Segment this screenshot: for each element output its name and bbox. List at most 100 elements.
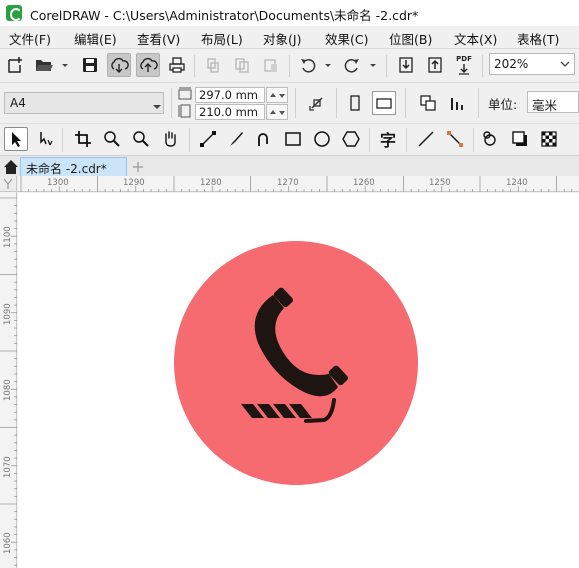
rectangle-tool-icon[interactable] (281, 127, 305, 151)
current-page-icon[interactable] (445, 91, 469, 115)
page-options-icon[interactable] (305, 91, 329, 115)
open-folder-icon[interactable] (32, 53, 56, 77)
dimension-tool-icon[interactable] (443, 127, 467, 151)
crop-tool-icon[interactable] (71, 127, 95, 151)
plus-icon (133, 161, 143, 172)
menu-object[interactable]: 对象(J) (263, 29, 301, 48)
chevron-down-icon (152, 100, 162, 114)
width-icon (178, 87, 192, 104)
height-icon (178, 104, 192, 121)
menu-bar: 文件(F) 编辑(E) 查看(V) 布局(L) 对象(J) 效果(C) 位图(B… (0, 26, 579, 48)
toolbar-divider (171, 88, 172, 118)
toolbar-divider (189, 128, 190, 152)
bezier-tool-icon[interactable] (252, 127, 276, 151)
document-tab-label: 未命名 -2.cdr* (26, 162, 107, 176)
page-size-value: A4 (10, 96, 26, 110)
document-tab-bar: 未命名 -2.cdr* (0, 155, 579, 177)
tab-document[interactable]: 未命名 -2.cdr* (20, 157, 127, 177)
horizontal-ruler[interactable]: 1300 1290 1280 1270 1260 1250 1240 (0, 176, 579, 192)
page-size-select[interactable]: A4 (4, 92, 164, 114)
ruler-origin[interactable] (0, 176, 17, 192)
import-icon[interactable] (394, 53, 418, 77)
cut-icon[interactable] (201, 53, 225, 77)
menu-layout[interactable]: 布局(L) (201, 29, 243, 48)
zoom-tool-icon[interactable] (100, 127, 124, 151)
ruler-label: 1240 (506, 178, 528, 188)
all-pages-icon[interactable] (416, 91, 440, 115)
transparency-tool-icon[interactable] (537, 127, 561, 151)
toolbar-divider (336, 88, 337, 118)
units-select[interactable]: 毫米 (527, 91, 579, 113)
toolbar-divider (478, 88, 479, 118)
menu-text[interactable]: 文本(X) (454, 29, 497, 48)
ruler-label: 1100 (3, 226, 13, 248)
ruler-label: 1300 (47, 178, 69, 188)
chevron-down-icon[interactable] (368, 61, 378, 71)
print-icon[interactable] (165, 53, 189, 77)
ruler-label: 1080 (3, 379, 13, 401)
pdf-icon[interactable]: PDF (452, 53, 476, 77)
toolbar-divider (194, 55, 195, 77)
ruler-label: 1090 (3, 303, 13, 325)
toolbar-divider (386, 55, 387, 77)
artwork (174, 241, 418, 485)
export-icon[interactable] (423, 53, 447, 77)
chevron-down-icon[interactable] (323, 61, 333, 71)
ellipse-tool-icon[interactable] (310, 127, 334, 151)
fill-tool-icon[interactable] (479, 127, 503, 151)
polygon-tool-icon[interactable] (339, 127, 363, 151)
ruler-label: 1060 (3, 532, 13, 554)
menu-effects[interactable]: 效果(C) (325, 29, 368, 48)
pan-tool-icon[interactable] (158, 127, 182, 151)
vertical-ruler[interactable]: 1100 1090 1080 1070 1060 (0, 192, 17, 568)
cloud-download-icon[interactable] (107, 53, 131, 77)
ruler-label: 1280 (200, 178, 222, 188)
line-tool-icon[interactable] (196, 127, 220, 151)
save-icon[interactable] (78, 53, 102, 77)
menu-table[interactable]: 表格(T) (517, 29, 559, 48)
menu-edit[interactable]: 编辑(E) (74, 29, 117, 48)
pick-tool-icon[interactable] (4, 127, 28, 151)
pdf-label: PDF (456, 55, 472, 63)
copy-icon[interactable] (230, 53, 254, 77)
paste-icon[interactable] (259, 53, 283, 77)
shadow-tool-icon[interactable] (508, 127, 532, 151)
shape-tool-icon[interactable] (33, 127, 57, 151)
landscape-icon[interactable] (372, 91, 396, 115)
units-label: 单位: (488, 97, 518, 112)
portrait-icon[interactable] (343, 91, 367, 115)
width-stepper[interactable] (266, 87, 288, 103)
connector-tool-icon[interactable] (414, 127, 438, 151)
undo-icon[interactable] (296, 53, 320, 77)
units-value: 毫米 (532, 98, 558, 113)
zoom-level-input[interactable]: 202% (489, 53, 558, 75)
red-circle-shape[interactable] (174, 241, 418, 485)
menu-bitmap[interactable]: 位图(B) (389, 29, 432, 48)
title-bar: CorelDRAW - C:\Users\Administrator\Docum… (0, 0, 579, 26)
toolbar-divider (473, 128, 474, 152)
ruler-label: 1260 (353, 178, 375, 188)
new-document-icon[interactable] (3, 53, 27, 77)
toolbar-divider (405, 88, 406, 118)
toolbar-divider (62, 128, 63, 152)
redo-icon[interactable] (340, 53, 364, 77)
home-icon[interactable] (2, 158, 20, 175)
chevron-down-icon[interactable] (60, 61, 70, 71)
toolbar-divider (295, 88, 296, 118)
drawing-canvas[interactable] (18, 193, 579, 568)
page-width-field[interactable]: 297.0 mm (195, 87, 265, 103)
height-stepper[interactable] (266, 104, 288, 120)
new-tab-button[interactable] (128, 157, 148, 176)
page-height-field[interactable]: 210.0 mm (195, 104, 265, 120)
toolbar-divider (369, 128, 370, 152)
toolbar-divider (406, 128, 407, 152)
zoom-dropdown-button[interactable] (557, 53, 575, 75)
ruler-label: 1070 (3, 456, 13, 478)
toolbar-divider (289, 55, 290, 77)
cloud-upload-icon[interactable] (136, 53, 160, 77)
text-tool-icon[interactable]: 字 (376, 127, 400, 151)
zoom-out-icon[interactable] (129, 127, 153, 151)
menu-view[interactable]: 查看(V) (137, 29, 180, 48)
pen-tool-icon[interactable] (224, 127, 248, 151)
menu-file[interactable]: 文件(F) (9, 29, 51, 48)
